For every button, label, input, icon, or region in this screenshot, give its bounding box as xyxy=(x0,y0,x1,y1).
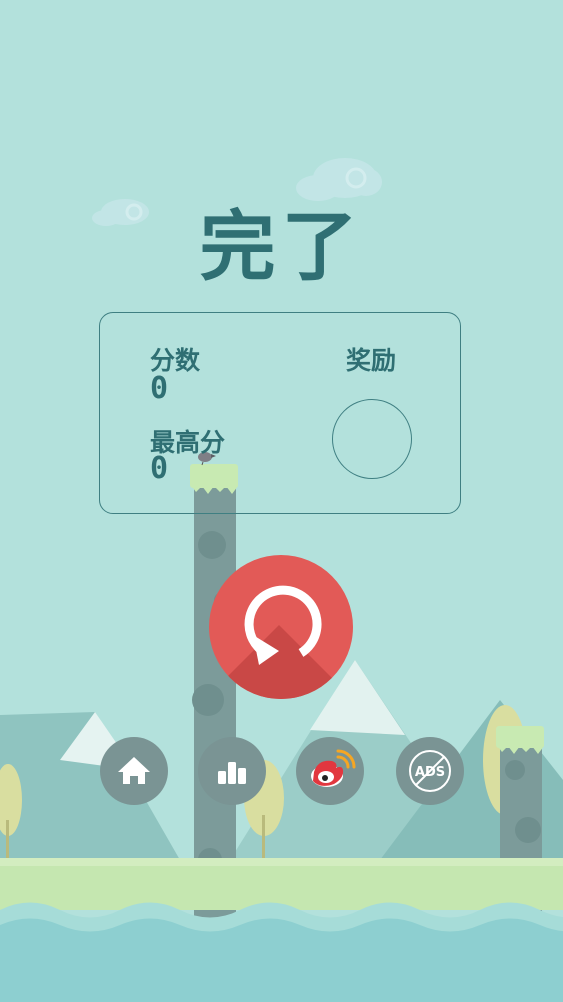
no-ads-button[interactable]: ADS xyxy=(396,737,464,805)
weibo-share-button[interactable] xyxy=(296,737,364,805)
weibo-icon xyxy=(311,749,356,787)
leaderboard-icon xyxy=(218,762,246,784)
restart-button[interactable] xyxy=(209,555,353,699)
game-over-title: 完了 xyxy=(199,202,364,291)
leaderboard-button[interactable] xyxy=(198,737,266,805)
no-ads-text: ADS xyxy=(415,765,445,780)
medal-label: 奖励 xyxy=(346,346,397,375)
score-panel: 分数 0 最高分 0 奖励 xyxy=(99,312,461,514)
score-value: 0 xyxy=(150,371,169,406)
game-screen: 完了 分数 0 最高分 0 奖励 ADS xyxy=(0,0,563,1002)
best-score-value: 0 xyxy=(150,451,169,486)
home-button[interactable] xyxy=(100,737,168,805)
medal-slot xyxy=(332,399,412,479)
home-icon xyxy=(118,757,150,784)
restart-icon xyxy=(244,585,322,665)
no-ads-icon: ADS xyxy=(409,750,451,792)
